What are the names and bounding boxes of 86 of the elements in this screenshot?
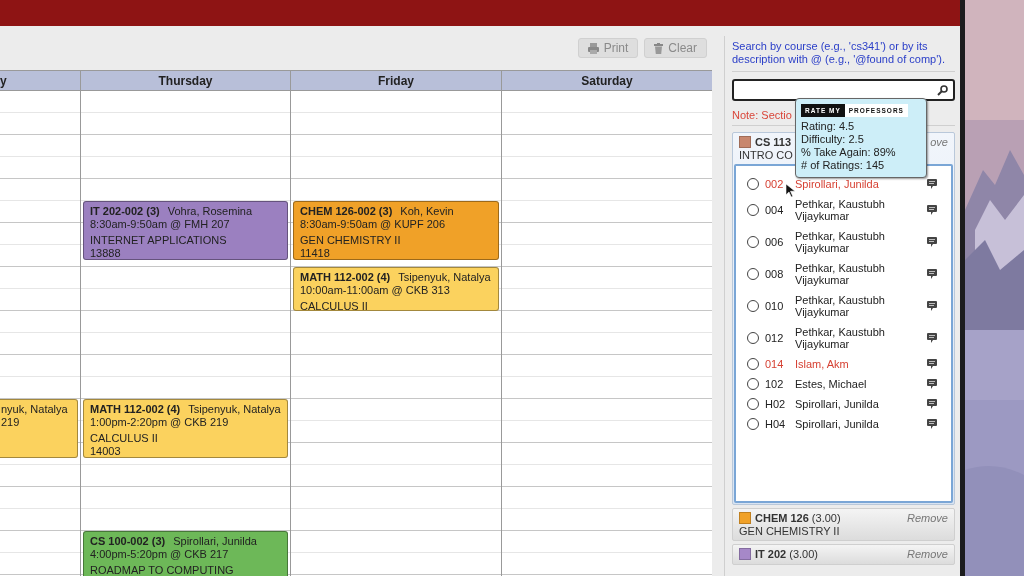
time-location: 4:00pm-5:20pm @ CKB 217 bbox=[90, 548, 230, 561]
instructor-name: Estes, Michael bbox=[795, 378, 868, 390]
instructor-name: Vohra, Rosemina bbox=[167, 205, 253, 218]
course-code: IT 202 (3.00) bbox=[755, 548, 818, 560]
section-number: 102 bbox=[765, 378, 785, 390]
instructor-name: Pethkar, Kaustubh Vijaykumar bbox=[795, 198, 886, 222]
day-header: Saturday bbox=[502, 71, 712, 91]
time-location: 219 bbox=[1, 416, 21, 429]
search-icon bbox=[937, 84, 948, 96]
section-number: 014 bbox=[765, 358, 785, 370]
instructor-name: Pethkar, Kaustubh Vijaykumar bbox=[795, 262, 886, 286]
section-number: H02 bbox=[765, 398, 787, 410]
section-number: 010 bbox=[765, 300, 785, 312]
time-location: 1:00pm-2:20pm @ CKB 219 bbox=[90, 416, 230, 429]
search-hint: Search by course (e.g., 'cs341') or by its description with @ (e.g., '@found of comp'). bbox=[732, 40, 955, 72]
crn-number: 14003 bbox=[90, 445, 122, 457]
course-title: CALCULUS II bbox=[300, 300, 369, 310]
day-header: Friday bbox=[291, 71, 501, 91]
section-number: H04 bbox=[765, 418, 787, 430]
comment-icon[interactable] bbox=[927, 179, 937, 189]
event-card[interactable]: MATH 112-002 (4) Tsipenyuk, Natalya 1:00pm-2:20pm @ CKB 219 CALCULUS II 14003 bbox=[83, 399, 288, 458]
course-title: CALCULUS II bbox=[90, 432, 159, 445]
section-number: 008 bbox=[765, 268, 785, 280]
event-card[interactable]: MATH 112-002 (4) Tsipenyuk, Natalya 10:00am-11:00am @ CKB 313 CALCULUS II bbox=[293, 267, 499, 311]
trash-icon bbox=[654, 42, 664, 54]
instructor-name: Pethkar, Kaustubh Vijaykumar bbox=[795, 294, 886, 318]
comment-icon[interactable] bbox=[927, 419, 937, 429]
comment-icon[interactable] bbox=[927, 359, 937, 369]
event-card[interactable]: CHEM 126-002 (3) Koh, Kevin 8:30am-9:50am @ KUPF 206 GEN CHEMISTRY II 11418 bbox=[293, 201, 499, 260]
instructor-name: Islam, Akm bbox=[795, 358, 850, 370]
instructor-name: Spirollari, Junilda bbox=[795, 178, 880, 190]
course-code: CHEM 126 (3.00) bbox=[755, 512, 841, 524]
day-header: Thursday bbox=[81, 71, 290, 91]
crn-number: 11418 bbox=[300, 247, 331, 259]
note-text: Note: Sectio bbox=[732, 109, 792, 121]
instructor-name: Spirollari, Junilda bbox=[795, 418, 880, 430]
remove-link[interactable]: ove bbox=[930, 136, 948, 148]
course-title: GEN CHEMISTRY II bbox=[300, 234, 402, 247]
instructor-name: Pethkar, Kaustubh Vijaykumar bbox=[795, 326, 886, 350]
course-code: CS 113 bbox=[755, 136, 792, 148]
course-code: CS 100-002 (3) bbox=[90, 535, 166, 548]
rating-stat: Rating: 4.5 bbox=[801, 120, 856, 133]
printer-icon bbox=[587, 42, 599, 54]
remove-link[interactable]: Remove bbox=[907, 512, 948, 524]
section-number: 006 bbox=[765, 236, 785, 248]
course-title: GEN CHEMISTRY II bbox=[739, 525, 840, 537]
cursor-icon bbox=[786, 184, 795, 197]
time-location: 10:00am-11:00am @ CKB 313 bbox=[300, 284, 451, 297]
event-card[interactable]: IT 202-002 (3) Vohra, Rosemina 8:30am-9:50am @ FMH 207 INTERNET APPLICATIONS 13888 bbox=[83, 201, 288, 260]
instructor-name: nyuk, Natalya bbox=[1, 403, 68, 416]
instructor-name: Spirollari, Junilda bbox=[173, 535, 257, 548]
rating-stat: # of Ratings: 145 bbox=[801, 159, 886, 172]
course-card[interactable]: CHEM 126 (3.00) Remove GEN CHEMISTRY II bbox=[732, 508, 955, 541]
section-number: 012 bbox=[765, 332, 785, 344]
instructor-name: Tsipenyuk, Natalya bbox=[188, 403, 281, 416]
event-card[interactable]: CS 100-002 (3) Spirollari, Junilda 4:00pm-5:20pm @ CKB 217 ROADMAP TO COMPUTING bbox=[83, 531, 288, 576]
event-card[interactable]: nyuk, Natalya 219 bbox=[0, 399, 78, 458]
instructor-name: Tsipenyuk, Natalya bbox=[398, 271, 491, 284]
course-code: IT 202-002 (3) bbox=[90, 205, 160, 218]
time-location: 8:30am-9:50am @ KUPF 206 bbox=[300, 218, 447, 231]
time-location: 8:30am-9:50am @ FMH 207 bbox=[90, 218, 231, 231]
instructor-name: Pethkar, Kaustubh Vijaykumar bbox=[795, 230, 886, 254]
comment-icon[interactable] bbox=[927, 379, 937, 389]
section-number: 002 bbox=[765, 178, 785, 190]
remove-link[interactable]: Remove bbox=[907, 548, 948, 560]
course-title: INTRO CO bbox=[739, 149, 793, 161]
comment-icon[interactable] bbox=[927, 269, 937, 279]
rating-stat: Difficulty: 2.5 bbox=[801, 133, 865, 146]
comment-icon[interactable] bbox=[927, 205, 937, 215]
day-header: y bbox=[0, 71, 80, 91]
comment-icon[interactable] bbox=[927, 333, 937, 343]
course-title: INTERNET APPLICATIONS bbox=[90, 234, 228, 247]
course-code: MATH 112-002 (4) bbox=[300, 271, 391, 284]
comment-icon[interactable] bbox=[927, 399, 937, 409]
instructor-name: Spirollari, Junilda bbox=[795, 398, 880, 410]
section-number: 004 bbox=[765, 204, 785, 216]
rating-stat: % Take Again: 89% bbox=[801, 146, 897, 159]
comment-icon[interactable] bbox=[927, 237, 937, 247]
instructor-name: Koh, Kevin bbox=[400, 205, 454, 218]
course-code: CHEM 126-002 (3) bbox=[300, 205, 393, 218]
course-title: ROADMAP TO COMPUTING bbox=[90, 564, 235, 576]
search-field[interactable] bbox=[732, 79, 955, 101]
comment-icon[interactable] bbox=[927, 301, 937, 311]
course-card[interactable]: IT 202 (3.00) Remove bbox=[732, 544, 955, 565]
crn-number: 13888 bbox=[90, 247, 122, 259]
course-code: MATH 112-002 (4) bbox=[90, 403, 181, 416]
